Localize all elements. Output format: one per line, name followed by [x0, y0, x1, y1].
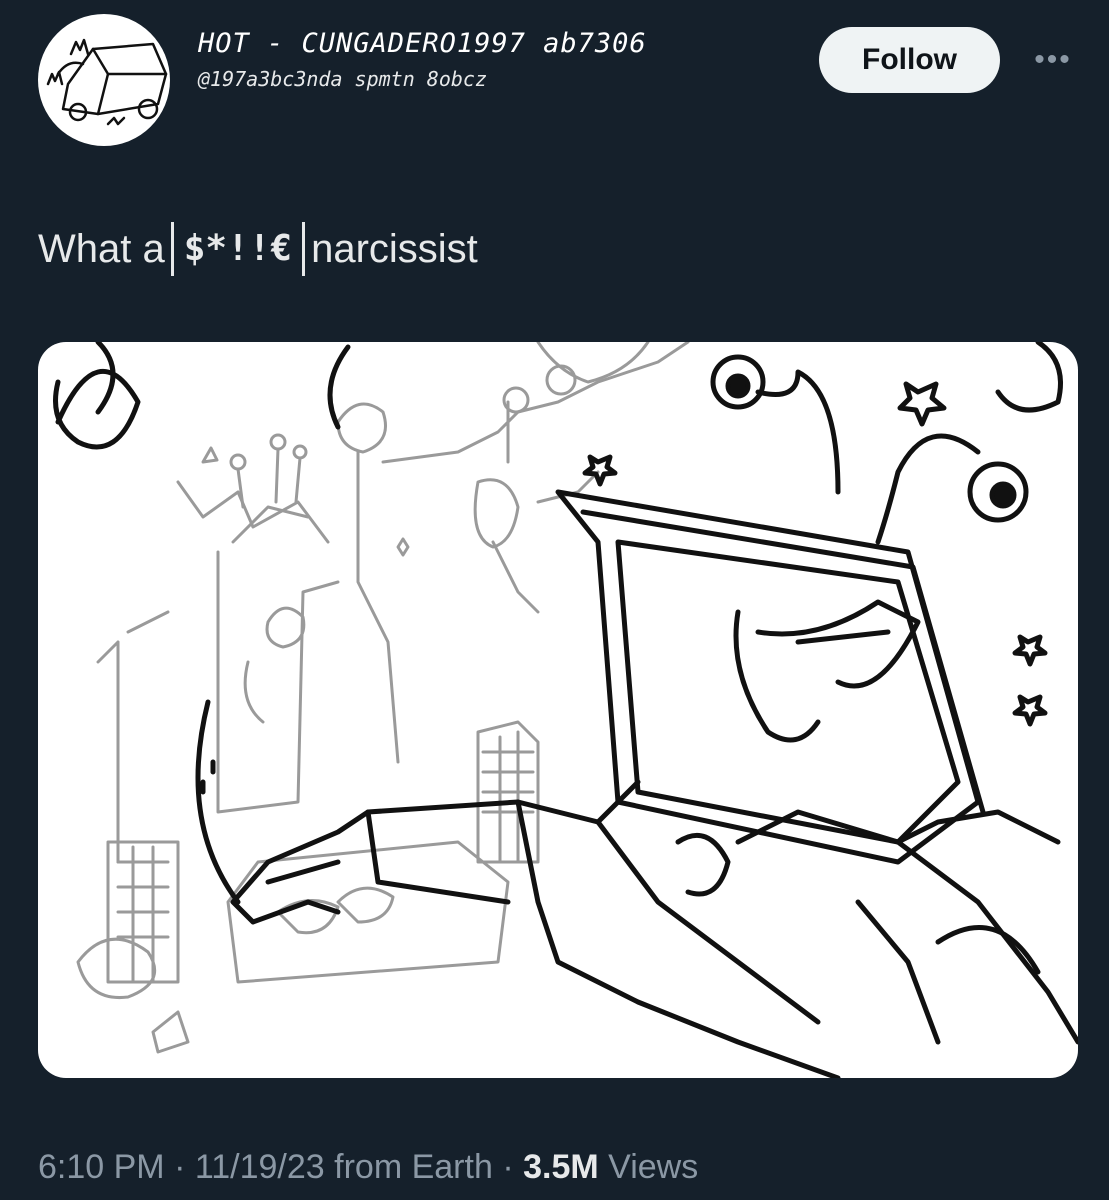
post-source: from Earth [334, 1148, 493, 1186]
tweet: HOT - CUNGADERO1997 ab7306 @197a3bc3nda … [0, 0, 1109, 1200]
tweet-media-image[interactable] [38, 342, 1078, 1078]
tweet-text-before: What a [38, 226, 165, 271]
post-date[interactable]: 11/19/23 [195, 1148, 325, 1186]
author-names: HOT - CUNGADERO1997 ab7306 @197a3bc3nda … [198, 28, 798, 91]
views-count[interactable]: 3.5M [523, 1148, 599, 1186]
avatar-drawing-icon [46, 38, 168, 126]
more-options-icon[interactable]: ••• [1028, 42, 1078, 78]
tweet-meta: 6:10 PM · 11/19/23 from Earth · 3.5M Vie… [38, 1148, 698, 1187]
author-handle[interactable]: @197a3bc3nda spmtn 8obcz [198, 67, 798, 91]
censored-word: $*!!€ [170, 222, 306, 276]
views-label: Views [608, 1148, 699, 1186]
tweet-text: What a $*!!€ narcissist [38, 222, 478, 276]
post-time[interactable]: 6:10 PM [38, 1148, 165, 1186]
tweet-header: HOT - CUNGADERO1997 ab7306 @197a3bc3nda … [38, 14, 1078, 164]
tweet-text-after: narcissist [311, 226, 478, 271]
avatar[interactable] [38, 14, 170, 146]
meta-separator: · [502, 1148, 514, 1186]
meta-separator: · [174, 1148, 186, 1186]
follow-button[interactable]: Follow [819, 27, 1000, 93]
sketch-illustration [53, 342, 1078, 1078]
author-display-name[interactable]: HOT - CUNGADERO1997 ab7306 [198, 28, 798, 59]
